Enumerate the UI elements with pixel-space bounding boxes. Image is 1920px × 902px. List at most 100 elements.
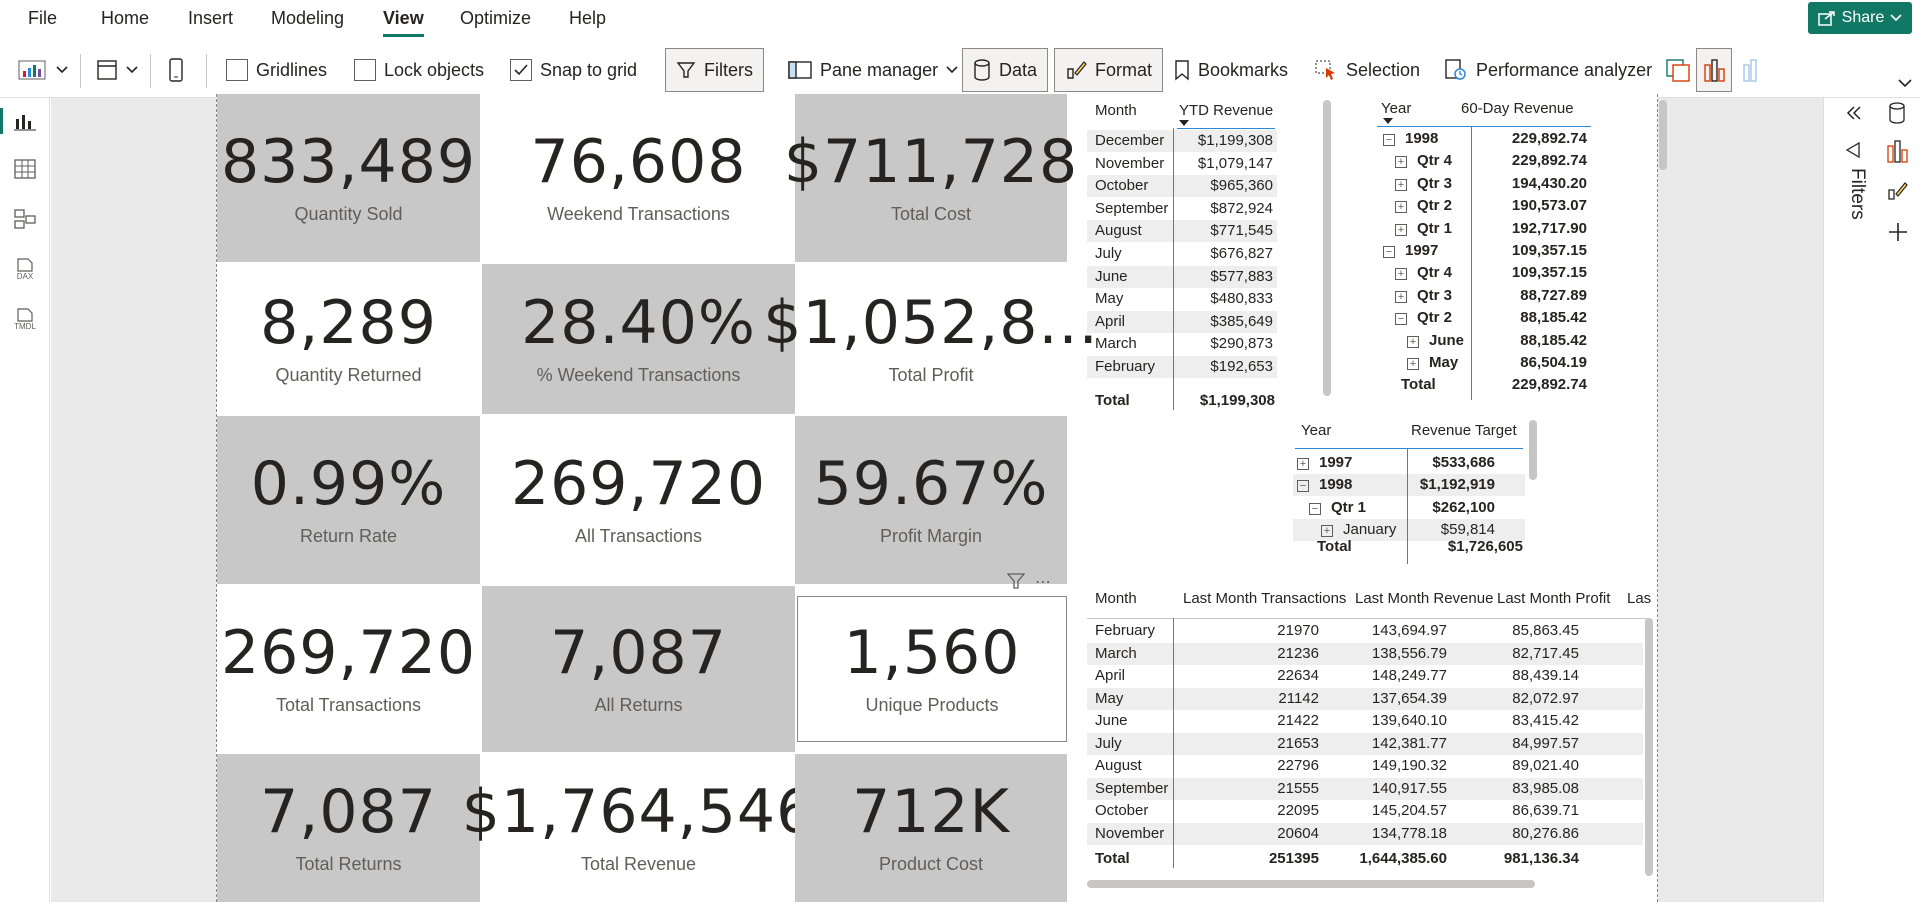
build-visual-button[interactable] <box>1696 48 1732 92</box>
kpi-card[interactable]: 76,608 Weekend Transactions <box>482 94 795 262</box>
table-row[interactable]: March $290,873 <box>1087 333 1277 355</box>
kpi-card[interactable]: 0.99% Return Rate <box>217 416 480 584</box>
collapse-icon[interactable]: − <box>1297 480 1309 493</box>
report-view-icon[interactable] <box>0 108 38 134</box>
tree-row[interactable]: −1998 $1,192,919 <box>1293 474 1525 497</box>
rev60-table[interactable]: Year 60-Day Revenue −1998 229,892.74 + Qtr … <box>1377 94 1667 404</box>
add-pane-icon[interactable] <box>1888 222 1908 242</box>
kpi-card[interactable]: 1,560 Unique Products <box>797 596 1067 742</box>
ytd-revenue-table[interactable]: Month YTD Revenue December $1,199,308 Nove… <box>1087 94 1337 414</box>
column-header-last-month-transactions[interactable]: Last Month Transactions <box>1183 590 1346 607</box>
column-header-last-month-revenue[interactable]: Last Month Revenue <box>1355 590 1493 607</box>
themes-button[interactable] <box>18 52 68 88</box>
menu-optimize[interactable]: Optimize <box>460 8 531 29</box>
expand-icon[interactable]: + <box>1321 525 1333 538</box>
kpi-card[interactable]: 712K Product Cost <box>795 754 1067 902</box>
table-row[interactable]: May 21142 137,654.39 82,072.97 <box>1087 687 1643 710</box>
tree-row[interactable]: + Qtr 4 109,357.15 <box>1377 262 1667 284</box>
expand-icon[interactable]: + <box>1395 156 1407 169</box>
table-row[interactable]: October $965,360 <box>1087 175 1277 198</box>
tmdl-view-icon[interactable]: TMDL <box>12 306 38 332</box>
menu-help[interactable]: Help <box>569 8 606 29</box>
table-row[interactable]: June $577,883 <box>1087 265 1277 288</box>
table-row[interactable]: July $676,827 <box>1087 243 1277 265</box>
table-row[interactable]: November 20604 134,778.18 80,276.86 <box>1087 822 1643 845</box>
column-header-month[interactable]: Month <box>1095 102 1137 119</box>
table-row[interactable]: August 22796 149,190.32 89,021.40 <box>1087 755 1643 777</box>
expand-icon[interactable]: + <box>1407 335 1419 348</box>
collapse-icon[interactable]: − <box>1383 134 1395 146</box>
table-row[interactable]: August $771,545 <box>1087 220 1277 243</box>
scrollbar[interactable] <box>1323 100 1331 396</box>
pane-manager-button[interactable]: Pane manager <box>788 52 958 88</box>
filter-pane-icon[interactable] <box>1846 142 1860 158</box>
column-header-last-month-profit[interactable]: Last Month Profit <box>1497 590 1610 607</box>
more-options-icon[interactable]: ⋯ <box>1035 572 1051 592</box>
kpi-card[interactable]: 28.40% % Weekend Transactions <box>482 264 795 414</box>
column-header-truncated[interactable]: Las <box>1627 590 1651 607</box>
table-row[interactable]: February 21970 143,694.97 85,863.45 <box>1087 620 1643 642</box>
gridlines-checkbox[interactable]: Gridlines <box>226 52 327 88</box>
table-row[interactable]: May $480,833 <box>1087 288 1277 310</box>
table-row[interactable]: March 21236 138,556.79 82,717.45 <box>1087 642 1643 665</box>
collapse-ribbon-icon[interactable] <box>1898 78 1912 88</box>
column-header-month[interactable]: Month <box>1095 590 1137 607</box>
performance-analyzer-button[interactable]: Performance analyzer <box>1444 52 1652 88</box>
share-button[interactable]: Share <box>1808 2 1912 34</box>
kpi-card[interactable]: $1,052,8... Total Profit <box>763 264 1097 414</box>
menu-file[interactable]: File <box>28 8 57 29</box>
data-pane-icon[interactable] <box>1888 102 1906 124</box>
tree-row[interactable]: + Qtr 2 190,573.07 <box>1377 195 1667 217</box>
collapse-icon[interactable]: − <box>1309 502 1321 515</box>
horizontal-scrollbar[interactable] <box>1087 880 1535 888</box>
vertical-scrollbar[interactable] <box>1645 618 1653 876</box>
mobile-layout-button[interactable] <box>168 52 184 88</box>
bookmarks-button[interactable]: Bookmarks <box>1174 52 1288 88</box>
data-pane-button[interactable]: Data <box>962 48 1049 92</box>
dax-query-view-icon[interactable]: DAX <box>12 256 38 282</box>
scrollbar[interactable] <box>1659 100 1667 170</box>
expand-icon[interactable]: + <box>1395 268 1407 281</box>
tree-row[interactable]: + May 86,504.19 <box>1377 352 1667 374</box>
checkbox-gridlines[interactable] <box>226 59 248 81</box>
kpi-card[interactable]: $1,764,546 Total Revenue <box>462 754 815 902</box>
tree-row[interactable]: + Qtr 3 88,727.89 <box>1377 285 1667 307</box>
visualizations-pane-icon[interactable] <box>1886 138 1908 164</box>
expand-icon[interactable]: + <box>1297 458 1309 470</box>
table-row[interactable]: October 22095 145,204.57 86,639.71 <box>1087 800 1643 822</box>
kpi-card[interactable]: 7,087 All Returns <box>482 586 795 752</box>
table-row[interactable]: November $1,079,147 <box>1087 153 1277 175</box>
format-pane-icon[interactable] <box>1886 180 1908 202</box>
table-row[interactable]: July 21653 142,381.77 84,997.57 <box>1087 732 1643 755</box>
kpi-card[interactable]: $711,728 Total Cost <box>784 94 1077 262</box>
scrollbar[interactable] <box>1529 420 1537 480</box>
table-row[interactable]: April 22634 148,249.77 88,439.14 <box>1087 665 1643 687</box>
tree-row[interactable]: −1998 229,892.74 <box>1377 128 1667 150</box>
filter-icon[interactable] <box>1007 572 1025 590</box>
filters-button[interactable]: Filters <box>665 48 764 92</box>
column-header-year[interactable]: Year <box>1301 422 1331 439</box>
collapse-icon[interactable]: − <box>1383 246 1395 258</box>
table-row[interactable]: April $385,649 <box>1087 310 1277 333</box>
table-row[interactable]: December $1,199,308 <box>1087 130 1277 152</box>
tree-row[interactable]: +1997 $533,686 <box>1293 452 1525 474</box>
lock-objects-checkbox[interactable]: Lock objects <box>354 52 484 88</box>
checkbox-lock-objects[interactable] <box>354 59 376 81</box>
expand-icon[interactable]: + <box>1395 290 1407 303</box>
format-pane-button[interactable]: Format <box>1054 48 1164 92</box>
table-row[interactable]: September 21555 140,917.55 83,985.08 <box>1087 777 1643 800</box>
analyze-button[interactable] <box>1742 52 1764 88</box>
table-row[interactable]: September $872,924 <box>1087 198 1277 220</box>
kpi-card[interactable]: 269,720 All Transactions <box>482 416 795 584</box>
menu-view[interactable]: View <box>383 8 424 37</box>
tree-row[interactable]: − Qtr 2 88,185.42 <box>1377 307 1667 329</box>
last-month-table[interactable]: Month Last Month Transactions Last Month… <box>1087 580 1657 902</box>
expand-icon[interactable]: + <box>1395 223 1407 236</box>
selection-button[interactable]: Selection <box>1314 52 1420 88</box>
table-view-icon[interactable] <box>12 156 38 182</box>
column-header-60-day-revenue[interactable]: 60-Day Revenue <box>1461 100 1574 117</box>
model-view-icon[interactable] <box>12 206 38 232</box>
table-row[interactable]: June 21422 139,640.10 83,415.42 <box>1087 710 1643 732</box>
kpi-card[interactable]: 7,087 Total Returns <box>217 754 480 902</box>
column-header-year[interactable]: Year <box>1381 100 1411 117</box>
